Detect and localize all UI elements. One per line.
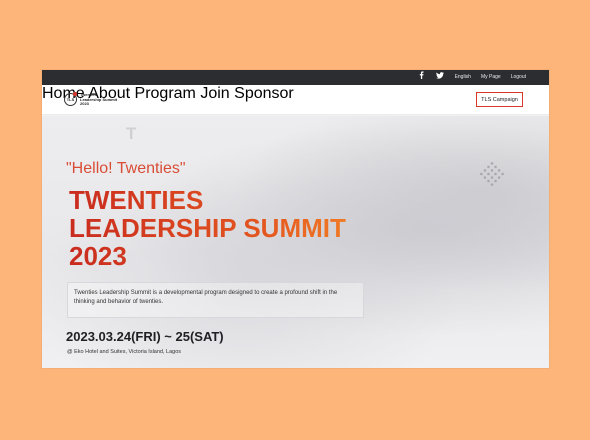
decorative-dot-grid-icon [477, 159, 507, 189]
hero-greeting: "Hello! Twenties" [66, 160, 186, 177]
logout-link[interactable]: Logout [511, 70, 526, 85]
hero-title: TWENTIES LEADERSHIP SUMMIT 2023 [69, 186, 346, 270]
nav-item-program[interactable]: Program [135, 85, 196, 102]
page-background: English My Page Logout TLS Twenties Lead… [0, 0, 590, 440]
logo-mark: TLS [64, 92, 77, 107]
hero-section: T "Hello! Twenties" TWENTIES LEADERSHIP … [42, 116, 549, 368]
nav-item-sponsor[interactable]: Sponsor [234, 85, 294, 102]
event-date: 2023.03.24(FRI) ~ 25(SAT) [66, 329, 224, 344]
language-link[interactable]: English [455, 70, 471, 85]
hero-title-line-3: 2023 [69, 241, 127, 271]
twitter-icon[interactable] [435, 70, 445, 85]
event-venue: @ Eko Hotel and Suites, Victoria Island,… [67, 349, 182, 355]
hero-title-line-2: LEADERSHIP SUMMIT [69, 213, 346, 243]
hero-description: Twenties Leadership Summit is a developm… [67, 282, 364, 318]
logo-text: Twenties Leadership Summit 2023 [80, 92, 118, 107]
main-navigation: TLS Twenties Leadership Summit 2023 Home… [42, 85, 549, 115]
facebook-icon[interactable] [417, 70, 427, 85]
my-page-link[interactable]: My Page [481, 70, 501, 85]
site-logo[interactable]: TLS Twenties Leadership Summit 2023 [64, 92, 118, 107]
top-utility-bar: English My Page Logout [42, 70, 549, 85]
website-screenshot: English My Page Logout TLS Twenties Lead… [42, 70, 549, 368]
nav-item-join[interactable]: Join [200, 85, 229, 102]
decorative-t-letter: T [126, 124, 137, 143]
hero-title-line-1: TWENTIES [69, 185, 204, 215]
tls-campaign-button[interactable]: TLS Campaign [476, 92, 523, 107]
